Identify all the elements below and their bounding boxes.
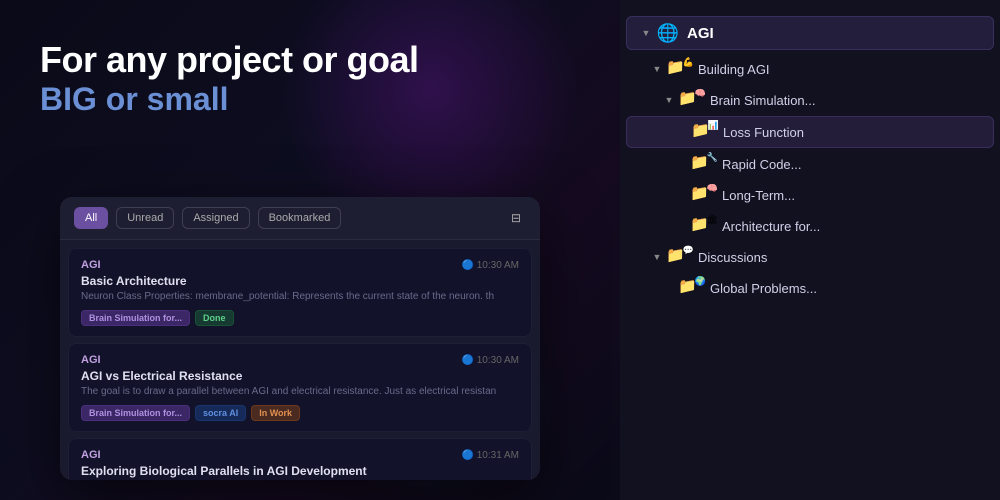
tree-root-item[interactable]: 🌐 AGI [626,16,994,50]
message-card[interactable]: AGI 🔵 10:30 AM Basic Architecture Neuron Cl… [68,248,532,337]
folder-overlay-icon: 🧠 [695,88,706,99]
message-time: 🔵 10:30 AM [462,260,519,271]
folder-overlay-icon: 📊 [708,120,719,131]
tree-item[interactable]: 📁💬 Discussions [626,242,994,272]
hero-subtitle: BIG or small [40,80,419,118]
message-title: AGI vs Electrical Resistance [81,369,519,383]
filter-icon: ⊟ [506,208,526,228]
mock-messages-list: AGI 🔵 10:30 AM Basic Architecture Neuron Cl… [60,240,540,480]
tree-item-label: Loss Function [723,125,977,140]
chevron-down-icon [650,62,664,76]
folder-icon: 📁🧠 [678,90,704,110]
tag-purple: Brain Simulation for... [81,405,190,421]
folder-icon: 📁🧠 [690,185,716,205]
message-title: Exploring Biological Parallels in AGI De… [81,464,519,478]
tree-item-label: Rapid Code... [722,157,978,172]
message-tags: Brain Simulation for... socra AI In Work [81,405,519,421]
message-time: 🔵 10:30 AM [462,355,519,366]
folder-icon: 📁🌍 [678,278,704,298]
mock-tabs-header: All Unread Assigned Bookmarked ⊟ [60,197,540,240]
tree-item[interactable]: 📁🏛 Architecture for... [626,211,994,241]
tab-unread[interactable]: Unread [116,207,174,229]
message-project: AGI [81,259,101,271]
tab-assigned[interactable]: Assigned [182,207,249,229]
tab-bookmarked[interactable]: Bookmarked [258,207,342,229]
hero-title: For any project or goal [40,40,419,80]
tree-item-label: Brain Simulation... [710,93,978,108]
mock-ui-card: All Unread Assigned Bookmarked ⊟ AGI 🔵 10:30 … [60,197,540,480]
tree-item[interactable]: 📁💪 Building AGI [626,54,994,84]
tree-root-label: AGI [687,25,977,42]
tag-blue: socra AI [195,405,246,421]
tag-orange: In Work [251,405,300,421]
folder-icon: 📁💪 [666,59,692,79]
folder-icon: 📁💬 [666,247,692,267]
message-body: The goal is to draw a parallel between A… [81,385,519,399]
message-card[interactable]: AGI 🔵 10:30 AM AGI vs Electrical Resistanc… [68,343,532,432]
message-card[interactable]: AGI 🔵 10:31 AM Exploring Biological Parall… [68,438,532,480]
chevron-down-icon [639,26,653,40]
folder-icon: 📁📊 [691,122,717,142]
tree-item-label: Global Problems... [710,281,978,296]
message-time: 🔵 10:31 AM [462,450,519,461]
chevron-down-icon [650,250,664,264]
folder-overlay-icon: 🏛 [707,214,718,225]
tree-item-label: Architecture for... [722,219,978,234]
message-project: AGI [81,449,101,461]
tree-item[interactable]: 📁🧠 Long-Term... [626,180,994,210]
message-tags: Brain Simulation for... Done [81,310,519,326]
folder-icon: 📁🏛 [690,216,716,236]
folder-overlay-icon: 🧠 [707,183,718,194]
tab-all[interactable]: All [74,207,108,229]
tag-purple: Brain Simulation for... [81,310,190,326]
tree-item-label: Discussions [698,250,978,265]
folder-overlay-icon: 💪 [683,57,694,68]
hero-text: For any project or goal BIG or small [40,40,419,118]
tree-item[interactable]: 📁📊 Loss Function [626,116,994,148]
folder-overlay-icon: 🌍 [695,276,706,287]
message-title: Basic Architecture [81,274,519,288]
tree-item-label: Building AGI [698,62,978,77]
left-panel: For any project or goal BIG or small All… [0,0,620,500]
tree-item-label: Long-Term... [722,188,978,203]
folder-overlay-icon: 🔧 [707,152,718,163]
tag-green: Done [195,310,234,326]
tree-item[interactable]: 📁🔧 Rapid Code... [626,149,994,179]
message-body: Neuron Class Properties: membrane_potent… [81,290,519,304]
message-project: AGI [81,354,101,366]
right-panel: 🌐AGI📁💪Building AGI📁🧠Brain Simulation...📁… [620,0,1000,500]
tree-item[interactable]: 📁🧠 Brain Simulation... [626,85,994,115]
folder-overlay-icon: 💬 [683,245,694,256]
chevron-down-icon [662,93,676,107]
root-icon: 🌐 [655,22,681,44]
tree-item[interactable]: 📁🌍 Global Problems... [626,273,994,303]
folder-icon: 📁🔧 [690,154,716,174]
